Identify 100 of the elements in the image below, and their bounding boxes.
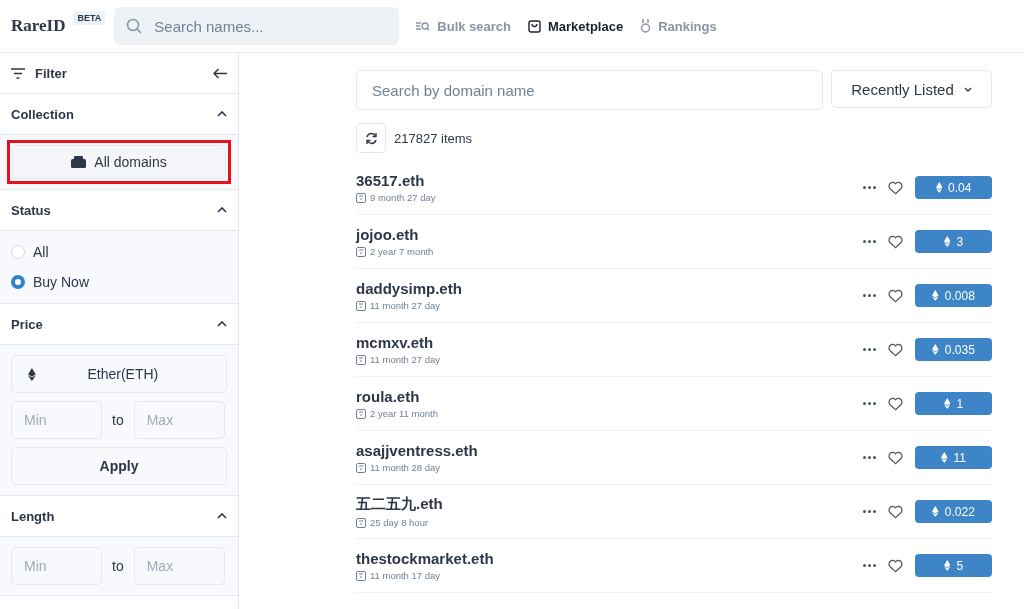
ether-icon	[943, 398, 951, 409]
domain-row[interactable]: 36517.eth 9 month 27 day 0.04	[356, 161, 992, 215]
ether-icon	[28, 367, 36, 381]
status-radio[interactable]: All	[11, 241, 227, 263]
ether-icon	[932, 344, 939, 355]
favorite-button[interactable]	[888, 450, 903, 465]
domain-name[interactable]: 36517.eth	[356, 172, 863, 189]
list-search-icon	[416, 20, 431, 32]
domain-row[interactable]: 五二五九.eth 25 day 8 hour 0.022	[356, 485, 992, 539]
calendar-icon	[356, 300, 366, 311]
currency-select[interactable]: Ether(ETH)	[11, 355, 227, 393]
ether-icon	[932, 290, 939, 301]
domain-name[interactable]: thestockmarket.eth	[356, 550, 863, 567]
heart-icon	[888, 558, 903, 573]
domain-row[interactable]: mcmxv.eth 11 month 27 day 0.035	[356, 323, 992, 377]
ether-icon	[943, 236, 951, 247]
min-field[interactable]: Min	[11, 547, 102, 585]
more-button[interactable]	[863, 564, 876, 567]
search-field[interactable]: Search names...	[114, 7, 400, 45]
domain-name[interactable]: roula.eth	[356, 388, 863, 405]
section-title: Price	[11, 316, 43, 332]
calendar-icon	[356, 354, 366, 365]
more-button[interactable]	[863, 186, 876, 189]
price-button[interactable]: 0.008	[915, 284, 992, 307]
status-radio[interactable]: Buy Now	[11, 271, 227, 293]
apply-button[interactable]: Apply	[11, 447, 227, 485]
favorite-button[interactable]	[888, 288, 903, 303]
heart-icon	[888, 504, 903, 519]
section-title: Status	[11, 202, 51, 218]
domain-search-field[interactable]: Search by domain name	[356, 70, 823, 110]
domain-row[interactable]: thestockmarket.eth 11 month 17 day 5	[356, 539, 992, 593]
heart-icon	[888, 180, 903, 195]
collection-button[interactable]: All domains	[12, 145, 226, 179]
more-button[interactable]	[863, 294, 876, 297]
refresh-button[interactable]	[356, 123, 386, 153]
price-button[interactable]: 5	[915, 554, 992, 577]
domain-name[interactable]: asajjventress.eth	[356, 442, 863, 459]
domain-row[interactable]: daddysimp.eth 11 month 27 day 0.008	[356, 269, 992, 323]
domain-name[interactable]: jojoo.eth	[356, 226, 863, 243]
calendar-icon	[356, 192, 366, 203]
section-title: Length	[11, 508, 55, 524]
ether-icon	[943, 560, 951, 571]
chevron-up-icon[interactable]	[217, 111, 227, 117]
listing-age: 11 month 17 day	[370, 570, 441, 581]
nav-link[interactable]: Marketplace	[528, 18, 624, 34]
heart-icon	[888, 234, 903, 249]
more-icon	[863, 510, 876, 513]
more-button[interactable]	[863, 240, 876, 243]
domain-name[interactable]: mcmxv.eth	[356, 334, 863, 351]
domain-name[interactable]: daddysimp.eth	[356, 280, 863, 297]
ether-icon	[932, 506, 939, 517]
chevron-up-icon[interactable]	[217, 513, 227, 519]
heart-icon	[888, 288, 903, 303]
wallet-icon	[71, 156, 87, 168]
calendar-icon	[356, 408, 366, 419]
more-button[interactable]	[863, 402, 876, 405]
favorite-button[interactable]	[888, 342, 903, 357]
more-button[interactable]	[863, 510, 876, 513]
radio-icon[interactable]	[11, 275, 25, 289]
sort-dropdown[interactable]: Recently Listed	[831, 70, 992, 108]
price-button[interactable]: 11	[915, 446, 992, 469]
listing-age: 9 month 27 day	[370, 192, 436, 203]
domain-row[interactable]: jojoo.eth 2 year 7 month 3	[356, 215, 992, 269]
price-button[interactable]: 3	[915, 230, 992, 253]
domain-row[interactable]: roula.eth 2 year 11 month 1	[356, 377, 992, 431]
favorite-button[interactable]	[888, 504, 903, 519]
max-field[interactable]: Max	[133, 547, 225, 585]
heart-icon	[888, 396, 903, 411]
filter-title: Filter	[35, 65, 67, 81]
favorite-button[interactable]	[888, 180, 903, 195]
ether-icon	[935, 182, 943, 193]
domain-name[interactable]: 五二五九.eth	[356, 495, 863, 514]
more-icon	[863, 402, 876, 405]
listing-age: 11 month 27 day	[370, 300, 441, 311]
arrow-left-icon[interactable]	[213, 67, 227, 79]
item-count: 217827 items	[394, 130, 473, 146]
favorite-button[interactable]	[888, 558, 903, 573]
price-button[interactable]: 0.035	[915, 338, 992, 361]
radio-label: Buy Now	[33, 274, 90, 290]
medal-icon	[640, 19, 652, 33]
price-button[interactable]: 0.04	[915, 176, 992, 199]
more-icon	[863, 564, 876, 567]
calendar-icon	[356, 462, 366, 473]
min-field[interactable]: Min	[11, 401, 102, 439]
domain-row[interactable]: asajjventress.eth 11 month 28 day 11	[356, 431, 992, 485]
beta-badge: BETA	[73, 11, 106, 25]
more-icon	[863, 348, 876, 351]
favorite-button[interactable]	[888, 396, 903, 411]
more-button[interactable]	[863, 348, 876, 351]
max-field[interactable]: Max	[133, 401, 225, 439]
logo[interactable]: RareID	[11, 16, 66, 36]
range-separator: to	[112, 412, 124, 428]
listing-age: 2 year 7 month	[370, 246, 434, 257]
chevron-up-icon[interactable]	[217, 321, 227, 327]
favorite-button[interactable]	[888, 234, 903, 249]
listing-age: 11 month 28 day	[370, 462, 441, 473]
more-button[interactable]	[863, 456, 876, 459]
price-button[interactable]: 0.022	[915, 500, 992, 523]
chevron-up-icon[interactable]	[217, 207, 227, 213]
price-button[interactable]: 1	[915, 392, 992, 415]
